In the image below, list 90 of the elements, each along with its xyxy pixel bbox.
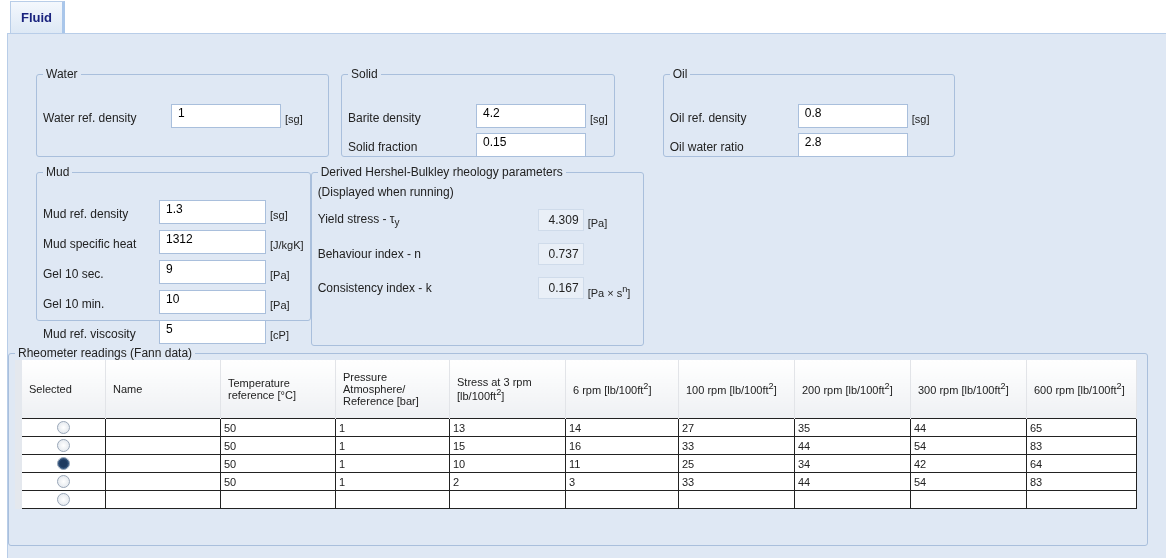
radio-button[interactable] <box>57 493 70 507</box>
field-label: Gel 10 min. <box>43 296 106 311</box>
group-title: Solid <box>350 67 379 81</box>
field-label: Oil ref. density <box>669 110 748 125</box>
table-cell: 34 <box>794 454 911 473</box>
unit-label: [sg] <box>590 111 608 125</box>
field-label: Gel 10 sec. <box>43 266 105 281</box>
input-field[interactable]: 2.8 <box>797 132 908 157</box>
table-cell: 1 <box>335 418 450 437</box>
column-header[interactable]: 100 rpm [lb/100ft$^{2}$] <box>678 360 795 419</box>
table-cell: 14 <box>565 418 679 437</box>
table-cell: 33 <box>678 436 795 455</box>
table-cell: 83 <box>1026 436 1137 455</box>
radio-button[interactable] <box>57 475 70 489</box>
column-header[interactable]: 200 rpm [lb/100ft$^{2}$] <box>794 360 911 419</box>
table-cell: 1 <box>335 472 450 491</box>
unit-label: [J/kgK] <box>270 237 304 251</box>
table-cell: 3 <box>565 472 679 491</box>
table-cell: 54 <box>910 472 1027 491</box>
readonly-value: 0.167 <box>537 277 584 299</box>
table-cell: 1 <box>335 436 450 455</box>
group-title: Water <box>45 67 79 81</box>
unit-label: [sg] <box>285 111 303 125</box>
unit-label: [cP] <box>270 327 289 341</box>
radio-button[interactable] <box>57 421 70 435</box>
unit-label: [sg] <box>911 111 930 125</box>
parameter-label: Behaviour index - n <box>317 247 423 261</box>
table-cell: 33 <box>678 472 795 491</box>
readonly-value: 4.309 <box>537 209 584 231</box>
input-field[interactable]: 1312 <box>159 229 266 254</box>
column-header[interactable]: 6 rpm [lb/100ft$^{2}$] <box>565 360 679 419</box>
input-field[interactable]: 9 <box>159 259 266 284</box>
input-field[interactable]: 1.3 <box>159 199 266 224</box>
tab[interactable]: Fluid <box>10 1 66 33</box>
table-cell: 2 <box>449 472 566 491</box>
group-title: Rheometer readings (Fann data) <box>17 346 194 360</box>
field-label: Mud specific heat <box>43 236 138 251</box>
table-cell: 54 <box>910 436 1027 455</box>
column-header[interactable]: Pressure Atmosphere/ Reference [bar] <box>335 360 450 419</box>
note-text: (Displayed when running) <box>317 185 455 199</box>
field-label: Barite density <box>348 110 422 125</box>
table-cell: 11 <box>565 454 679 473</box>
table-cell: 50 <box>220 418 336 437</box>
unit-label: [Pa] <box>270 297 290 311</box>
table-cell: 15 <box>449 436 566 455</box>
column-header[interactable]: 300 rpm [lb/100ft$^{2}$] <box>910 360 1027 419</box>
input-field[interactable]: 1 <box>171 103 281 128</box>
table-cell: 27 <box>678 418 795 437</box>
field-label: Solid fraction <box>348 139 419 154</box>
table-cell: 44 <box>794 436 911 455</box>
input-field[interactable]: 4.2 <box>476 103 586 128</box>
table-cell: 16 <box>565 436 679 455</box>
input-field[interactable]: 5 <box>159 319 266 344</box>
table-cell: 44 <box>910 418 1027 437</box>
field-label: Mud ref. viscosity <box>43 326 137 341</box>
parameter-label: Yield stress - τ$_{y}$ <box>317 211 401 229</box>
column-header[interactable]: 600 rpm [lb/100ft$^{2}$] <box>1026 360 1137 419</box>
table-cell: 50 <box>220 454 336 473</box>
table-cell: 1 <box>335 454 450 473</box>
unit-label: [sg] <box>270 207 288 221</box>
table-cell: 44 <box>794 472 911 491</box>
group-title: Oil <box>671 67 689 81</box>
table-cell: 25 <box>678 454 795 473</box>
table-cell: 64 <box>1026 454 1137 473</box>
input-field[interactable]: 0.8 <box>797 103 908 128</box>
input-field[interactable]: 0.15 <box>476 132 586 157</box>
table-cell: 65 <box>1026 418 1137 437</box>
table-cell: 13 <box>449 418 566 437</box>
radio-button[interactable] <box>57 439 70 453</box>
table-cell: 10 <box>449 454 566 473</box>
field-label: Oil water ratio <box>669 139 745 154</box>
radio-button[interactable] <box>57 457 70 471</box>
unit-label: [Pa] <box>587 216 608 229</box>
table-cell: 42 <box>910 454 1027 473</box>
group-title: Derived Hershel-Bulkley rheology parameters <box>319 165 564 179</box>
unit-label: [Pa × s$^{n}$] <box>587 282 631 299</box>
table-cell: 83 <box>1026 472 1137 491</box>
readonly-value: 0.737 <box>537 243 584 265</box>
column-header[interactable]: Stress at 3 rpm [lb/100ft$^{2}$] <box>449 360 566 419</box>
column-header[interactable]: Temperature reference [°C] <box>220 360 336 419</box>
table-cell: 50 <box>220 472 336 491</box>
input-field[interactable]: 10 <box>159 289 266 314</box>
field-label: Mud ref. density <box>43 206 130 221</box>
column-header[interactable]: Name <box>105 360 221 419</box>
group-title: Mud <box>45 165 71 179</box>
table-cell: 50 <box>220 436 336 455</box>
unit-label: [Pa] <box>270 267 290 281</box>
table-cell: 35 <box>794 418 911 437</box>
field-label: Water ref. density <box>43 110 138 125</box>
parameter-label: Consistency index - k <box>317 281 433 295</box>
